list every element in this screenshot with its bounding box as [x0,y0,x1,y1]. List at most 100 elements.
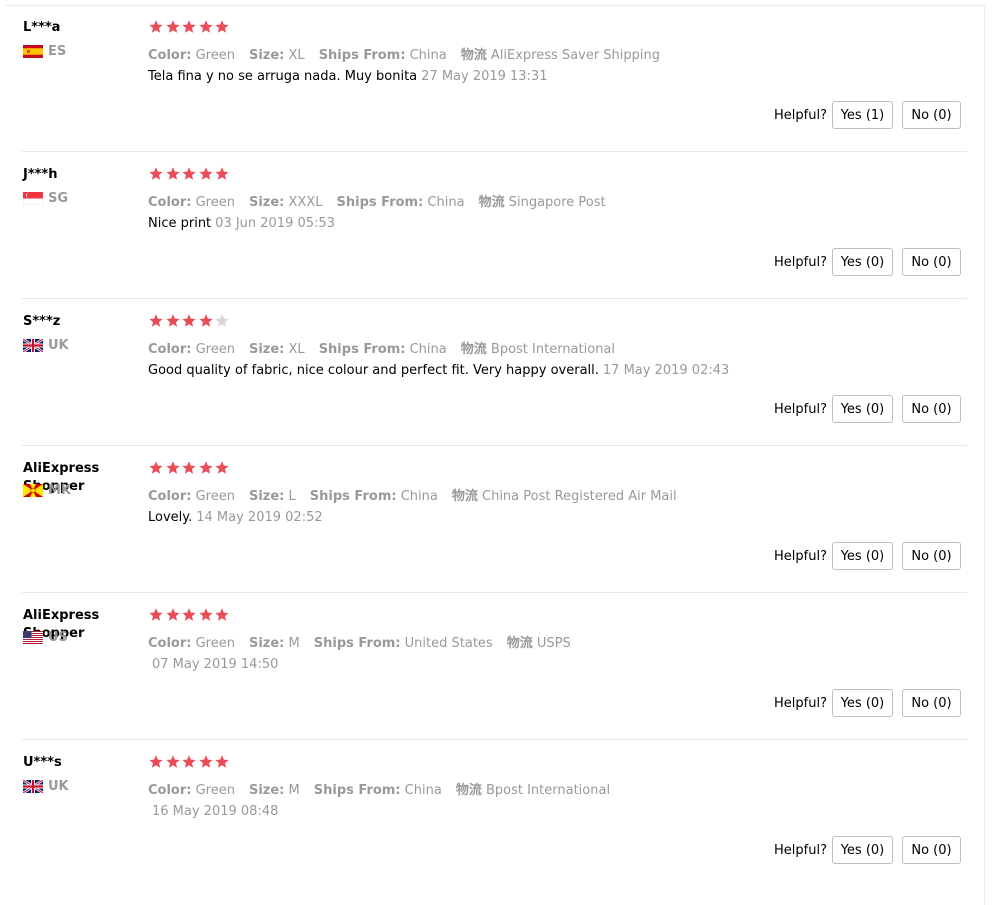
attribute-key: 物流 [460,342,487,357]
country-code: ES [48,44,67,59]
attribute-value: M [288,636,300,651]
helpful-label: Helpful? [774,255,827,270]
attribute-key: 物流 [455,783,482,798]
helpful-yes-button[interactable]: Yes (0) [832,395,893,423]
review-feedback: 16 May 2019 08:48 [148,804,278,819]
review-text: Lovely. [148,510,193,525]
attribute-key: Ships From: [313,783,401,798]
attribute: Ships From: China [314,783,442,798]
star-filled-icon [198,608,213,621]
star-empty-icon [215,314,229,327]
attribute-key: Color: [148,783,192,798]
review-date: 07 May 2019 14:50 [152,657,279,672]
flag-icon [23,484,48,497]
star-filled-icon [165,314,180,327]
helpful-yes-button[interactable]: Yes (1) [832,101,893,129]
helpful-label: Helpful? [774,843,827,858]
attribute-key: Ships From: [318,48,406,63]
helpful-label: Helpful? [774,402,827,417]
attribute-value: China [427,195,465,210]
attribute: Size: M [249,636,300,651]
attribute-key: Ships From: [309,489,397,504]
helpful-no-button[interactable]: No (0) [902,395,961,423]
attribute-value: China [409,342,447,357]
attribute-key: Size: [248,342,285,357]
attribute: Size: L [249,489,296,504]
reviewer-name: L***a [23,20,61,35]
attribute: Ships From: China [319,48,447,63]
review-feedback: Lovely. 14 May 2019 02:52 [148,510,323,525]
star-filled-icon [165,167,180,180]
reviewer-country: ES [23,44,66,59]
reviewer-name: J***h [23,167,58,182]
helpful-no-button[interactable]: No (0) [902,542,961,570]
star-filled-icon [165,20,180,33]
country-code: UK [48,779,69,794]
attribute-key: 物流 [460,48,487,63]
flag-icon [23,780,48,793]
attribute-value: XXXL [288,195,323,210]
attribute-key: 物流 [451,489,478,504]
product-attributes: Color: Green Size: XXXL Ships From: China 物… [148,191,620,210]
helpful-yes-button[interactable]: Yes (0) [832,836,893,864]
review-item: S***z UK Color: Green Size: XL Ships From: C… [0,299,997,446]
helpful-no-button[interactable]: No (0) [902,101,961,129]
product-attributes: Color: Green Size: XL Ships From: China 物流 … [148,44,674,63]
attribute-key: 物流 [506,636,533,651]
star-filled-icon [149,461,163,474]
review-text: Nice print [148,216,212,231]
attribute-key: Size: [248,48,285,63]
attribute-key: Ships From: [336,195,424,210]
star-filled-icon [198,314,213,327]
attribute-value: China [404,783,442,798]
attribute-value: Green [195,636,235,651]
star-filled-icon [198,167,213,180]
attribute-key: Color: [148,489,192,504]
helpful-yes-button[interactable]: Yes (0) [832,689,893,717]
helpful-no-button[interactable]: No (0) [902,836,961,864]
review-text: Tela fina y no se arruga nada. Muy bonit… [148,69,418,84]
helpful-label: Helpful? [774,108,827,123]
review-text: Good quality of fabric, nice colour and … [148,363,599,378]
attribute: 物流 AliExpress Saver Shipping [461,48,660,63]
country-code: MK [48,483,72,498]
star-filled-icon [198,20,213,33]
attribute-key: Color: [148,48,192,63]
star-filled-icon [182,167,196,180]
attribute-value: Singapore Post [508,195,606,210]
review-feedback: 07 May 2019 14:50 [148,657,278,672]
flag-icon [23,339,48,352]
star-filled-icon [149,608,163,621]
attribute-value: Green [195,195,235,210]
star-rating [148,166,231,182]
attribute-value: USPS [536,636,571,651]
review-item: AliExpress Shopper US Color: Green Size: MS… [0,593,997,740]
flag-icon [23,45,48,58]
attribute: Size: XXXL [249,195,323,210]
reviewer-name: U***s [23,755,62,770]
attribute: 物流 Singapore Post [479,195,606,210]
attribute-value: Bpost International [485,783,611,798]
star-filled-icon [215,167,229,180]
attribute-value: XL [288,342,305,357]
star-rating [148,460,231,476]
flag-icon [23,631,48,644]
attribute-key: Size: [248,783,285,798]
helpful-no-button[interactable]: No (0) [902,248,961,276]
star-filled-icon [215,755,229,768]
attribute: Ships From: China [337,195,465,210]
review-date: 17 May 2019 02:43 [602,363,730,378]
attribute: Size: M [249,783,300,798]
attribute-value: AliExpress Saver Shipping [490,48,661,63]
attribute-key: Size: [248,636,285,651]
attribute: Color: Green [148,195,235,210]
star-filled-icon [149,755,163,768]
helpful-no-button[interactable]: No (0) [902,689,961,717]
attribute-value: M [288,783,300,798]
attribute-value: China [400,489,438,504]
review-feedback: Tela fina y no se arruga nada. Muy bonit… [148,69,548,84]
star-rating [148,754,231,770]
reviewer-country: SG [23,191,68,206]
helpful-yes-button[interactable]: Yes (0) [832,248,893,276]
helpful-yes-button[interactable]: Yes (0) [832,542,893,570]
